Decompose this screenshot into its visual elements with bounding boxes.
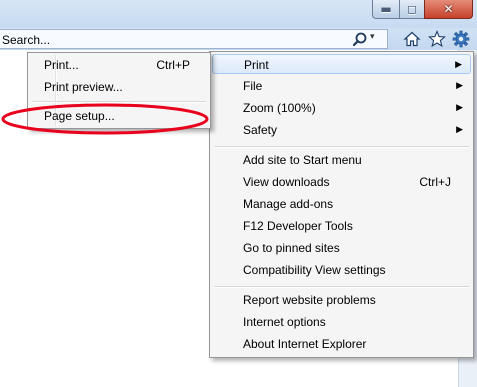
menu-item-compatibility-view[interactable]: Compatibility View settings: [212, 260, 471, 280]
menu-item-safety[interactable]: Safety ▶: [212, 120, 471, 140]
menu-item-about-ie[interactable]: About Internet Explorer: [212, 334, 471, 354]
menu-item-internet-options[interactable]: Internet options: [212, 312, 471, 332]
submenu-arrow-icon: ▶: [456, 102, 463, 112]
submenu-arrow-icon: ▶: [456, 124, 463, 134]
menu-item-label: Manage add-ons: [243, 197, 334, 211]
menu-item-label: File: [243, 79, 263, 93]
menu-item-label: Safety: [243, 123, 278, 137]
submenu-arrow-icon: ▶: [456, 80, 463, 90]
search-dropdown-icon[interactable]: ▾: [370, 32, 375, 42]
menu-item-shortcut: Ctrl+J: [419, 175, 451, 189]
tools-menu: Print ▶ File ▶ Zoom (100%) ▶ Safety ▶ Ad…: [209, 51, 474, 358]
menu-item-label: F12 Developer Tools: [243, 219, 353, 233]
menu-item-developer-tools[interactable]: F12 Developer Tools: [212, 216, 471, 236]
menu-item-print[interactable]: Print ▶: [212, 54, 471, 74]
gear-icon[interactable]: [452, 30, 470, 48]
command-row: Search... ▾: [0, 28, 477, 50]
menu-item-label: Print preview...: [44, 80, 123, 94]
menu-item-view-downloads[interactable]: View downloads Ctrl+J: [212, 172, 471, 192]
menu-item-print-preview[interactable]: Print preview...: [30, 77, 208, 97]
minimize-icon: ▬: [380, 2, 392, 16]
menu-item-label: Internet options: [243, 315, 326, 329]
menu-item-zoom[interactable]: Zoom (100%) ▶: [212, 98, 471, 118]
menu-item-label: Compatibility View settings: [243, 263, 386, 277]
close-icon: ✕: [443, 2, 454, 16]
menu-item-label: View downloads: [243, 175, 330, 189]
menu-item-label: Add site to Start menu: [243, 153, 362, 167]
submenu-arrow-icon: ▶: [455, 59, 462, 69]
menu-separator: [32, 101, 206, 103]
menu-separator: [214, 146, 469, 148]
minimize-button[interactable]: ▬: [372, 0, 400, 19]
menu-item-print-dialog[interactable]: Print... Ctrl+P: [30, 55, 208, 75]
menu-item-label: Print...: [44, 58, 79, 72]
menu-separator: [214, 286, 469, 288]
menu-item-pinned-sites[interactable]: Go to pinned sites: [212, 238, 471, 258]
menu-item-shortcut: Ctrl+P: [156, 58, 190, 72]
menu-item-add-site-to-start[interactable]: Add site to Start menu: [212, 150, 471, 170]
menu-item-label: Page setup...: [44, 109, 115, 123]
menu-item-label: Go to pinned sites: [243, 241, 340, 255]
star-icon[interactable]: [428, 30, 446, 48]
title-bar: ▬ ◻ ✕: [0, 0, 477, 28]
menu-item-report-problems[interactable]: Report website problems: [212, 290, 471, 310]
search-input[interactable]: Search... ▾: [0, 29, 388, 49]
menu-item-label: About Internet Explorer: [243, 337, 367, 351]
maximize-button[interactable]: ◻: [399, 0, 425, 19]
close-button[interactable]: ✕: [424, 0, 473, 19]
search-placeholder: Search...: [2, 33, 51, 47]
menu-item-file[interactable]: File ▶: [212, 76, 471, 96]
search-icon[interactable]: [352, 31, 368, 47]
menu-item-manage-add-ons[interactable]: Manage add-ons: [212, 194, 471, 214]
menu-item-page-setup[interactable]: Page setup...: [30, 106, 208, 126]
menu-item-label: Report website problems: [243, 293, 376, 307]
home-icon[interactable]: [403, 30, 421, 48]
menu-item-label: Print: [244, 58, 269, 72]
print-submenu: Print... Ctrl+P Print preview... Page se…: [27, 52, 211, 129]
menu-item-label: Zoom (100%): [243, 101, 316, 115]
maximize-icon: ◻: [407, 2, 417, 16]
